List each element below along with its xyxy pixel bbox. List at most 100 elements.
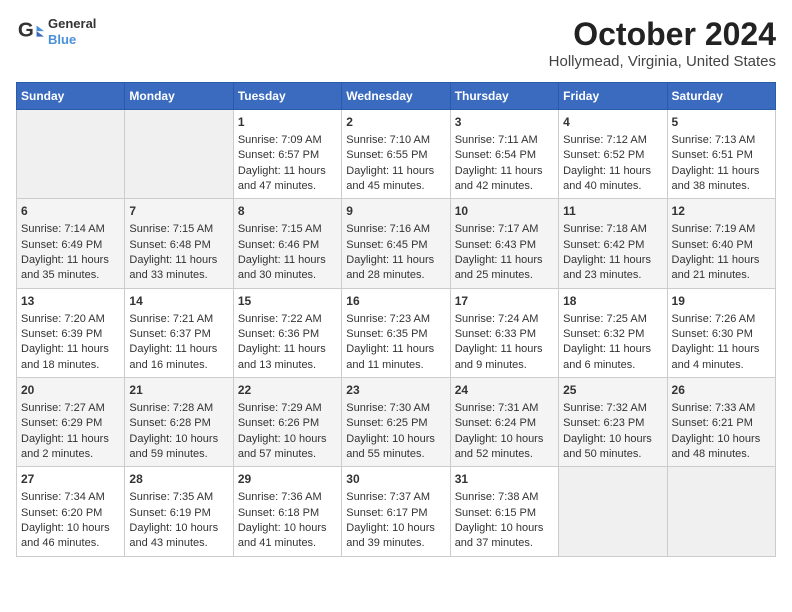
calendar-cell: 14Sunrise: 7:21 AMSunset: 6:37 PMDayligh… (125, 288, 233, 377)
sunrise-text: Sunrise: 7:10 AM (346, 133, 445, 148)
daylight-text-1: Daylight: 11 hours (346, 253, 445, 268)
calendar-cell: 19Sunrise: 7:26 AMSunset: 6:30 PMDayligh… (667, 288, 775, 377)
calendar-cell: 18Sunrise: 7:25 AMSunset: 6:32 PMDayligh… (559, 288, 667, 377)
daylight-text-1: Daylight: 11 hours (21, 253, 120, 268)
daylight-text-1: Daylight: 10 hours (238, 432, 337, 447)
sunset-text: Sunset: 6:20 PM (21, 506, 120, 521)
daylight-text-2: and 43 minutes. (129, 536, 228, 551)
daylight-text-1: Daylight: 11 hours (238, 342, 337, 357)
daylight-text-2: and 33 minutes. (129, 268, 228, 283)
sunset-text: Sunset: 6:15 PM (455, 506, 554, 521)
daylight-text-2: and 48 minutes. (672, 447, 771, 462)
sunrise-text: Sunrise: 7:36 AM (238, 490, 337, 505)
daylight-text-1: Daylight: 11 hours (563, 164, 662, 179)
daylight-text-2: and 23 minutes. (563, 268, 662, 283)
sunset-text: Sunset: 6:40 PM (672, 238, 771, 253)
weekday-sunday: Sunday (17, 83, 125, 110)
logo-line2: Blue (48, 32, 96, 48)
calendar-header: SundayMondayTuesdayWednesdayThursdayFrid… (17, 83, 776, 110)
sunset-text: Sunset: 6:35 PM (346, 327, 445, 342)
sunrise-text: Sunrise: 7:18 AM (563, 222, 662, 237)
sunset-text: Sunset: 6:28 PM (129, 416, 228, 431)
sunset-text: Sunset: 6:37 PM (129, 327, 228, 342)
calendar-cell: 1Sunrise: 7:09 AMSunset: 6:57 PMDaylight… (233, 110, 341, 199)
daylight-text-1: Daylight: 11 hours (455, 253, 554, 268)
day-number: 14 (129, 293, 228, 310)
sunset-text: Sunset: 6:29 PM (21, 416, 120, 431)
day-number: 12 (672, 203, 771, 220)
weekday-friday: Friday (559, 83, 667, 110)
calendar-cell: 8Sunrise: 7:15 AMSunset: 6:46 PMDaylight… (233, 199, 341, 288)
daylight-text-1: Daylight: 10 hours (129, 432, 228, 447)
day-number: 15 (238, 293, 337, 310)
calendar-cell (17, 110, 125, 199)
weekday-wednesday: Wednesday (342, 83, 450, 110)
calendar-cell: 25Sunrise: 7:32 AMSunset: 6:23 PMDayligh… (559, 378, 667, 467)
calendar-cell: 13Sunrise: 7:20 AMSunset: 6:39 PMDayligh… (17, 288, 125, 377)
calendar-cell: 9Sunrise: 7:16 AMSunset: 6:45 PMDaylight… (342, 199, 450, 288)
weekday-saturday: Saturday (667, 83, 775, 110)
calendar-cell: 16Sunrise: 7:23 AMSunset: 6:35 PMDayligh… (342, 288, 450, 377)
day-number: 24 (455, 382, 554, 399)
sunrise-text: Sunrise: 7:15 AM (238, 222, 337, 237)
daylight-text-1: Daylight: 10 hours (455, 432, 554, 447)
calendar-cell: 11Sunrise: 7:18 AMSunset: 6:42 PMDayligh… (559, 199, 667, 288)
sunset-text: Sunset: 6:54 PM (455, 148, 554, 163)
daylight-text-2: and 39 minutes. (346, 536, 445, 551)
calendar-cell: 4Sunrise: 7:12 AMSunset: 6:52 PMDaylight… (559, 110, 667, 199)
daylight-text-1: Daylight: 11 hours (346, 164, 445, 179)
daylight-text-1: Daylight: 10 hours (238, 521, 337, 536)
daylight-text-1: Daylight: 11 hours (238, 253, 337, 268)
day-number: 26 (672, 382, 771, 399)
weekday-thursday: Thursday (450, 83, 558, 110)
day-number: 16 (346, 293, 445, 310)
calendar-cell: 7Sunrise: 7:15 AMSunset: 6:48 PMDaylight… (125, 199, 233, 288)
calendar-cell: 15Sunrise: 7:22 AMSunset: 6:36 PMDayligh… (233, 288, 341, 377)
logo: G General Blue (16, 16, 96, 47)
day-number: 18 (563, 293, 662, 310)
sunrise-text: Sunrise: 7:29 AM (238, 401, 337, 416)
sunrise-text: Sunrise: 7:09 AM (238, 133, 337, 148)
sunrise-text: Sunrise: 7:27 AM (21, 401, 120, 416)
sunset-text: Sunset: 6:48 PM (129, 238, 228, 253)
page-title: October 2024 (549, 16, 776, 53)
daylight-text-1: Daylight: 10 hours (563, 432, 662, 447)
sunset-text: Sunset: 6:49 PM (21, 238, 120, 253)
sunset-text: Sunset: 6:33 PM (455, 327, 554, 342)
day-number: 5 (672, 114, 771, 131)
day-number: 4 (563, 114, 662, 131)
calendar-cell: 24Sunrise: 7:31 AMSunset: 6:24 PMDayligh… (450, 378, 558, 467)
sunset-text: Sunset: 6:43 PM (455, 238, 554, 253)
day-number: 17 (455, 293, 554, 310)
daylight-text-1: Daylight: 11 hours (672, 253, 771, 268)
svg-text:G: G (18, 18, 34, 41)
day-number: 29 (238, 471, 337, 488)
calendar-cell: 21Sunrise: 7:28 AMSunset: 6:28 PMDayligh… (125, 378, 233, 467)
calendar-cell: 5Sunrise: 7:13 AMSunset: 6:51 PMDaylight… (667, 110, 775, 199)
day-number: 1 (238, 114, 337, 131)
sunrise-text: Sunrise: 7:13 AM (672, 133, 771, 148)
weekday-tuesday: Tuesday (233, 83, 341, 110)
sunset-text: Sunset: 6:36 PM (238, 327, 337, 342)
calendar-cell: 12Sunrise: 7:19 AMSunset: 6:40 PMDayligh… (667, 199, 775, 288)
sunrise-text: Sunrise: 7:25 AM (563, 312, 662, 327)
sunrise-text: Sunrise: 7:26 AM (672, 312, 771, 327)
daylight-text-2: and 21 minutes. (672, 268, 771, 283)
daylight-text-1: Daylight: 10 hours (672, 432, 771, 447)
logo-icon: G (16, 18, 44, 46)
calendar-cell: 31Sunrise: 7:38 AMSunset: 6:15 PMDayligh… (450, 467, 558, 556)
sunrise-text: Sunrise: 7:12 AM (563, 133, 662, 148)
daylight-text-2: and 16 minutes. (129, 358, 228, 373)
sunset-text: Sunset: 6:19 PM (129, 506, 228, 521)
sunrise-text: Sunrise: 7:30 AM (346, 401, 445, 416)
sunrise-text: Sunrise: 7:16 AM (346, 222, 445, 237)
sunrise-text: Sunrise: 7:15 AM (129, 222, 228, 237)
daylight-text-1: Daylight: 11 hours (129, 342, 228, 357)
calendar-cell (559, 467, 667, 556)
day-number: 7 (129, 203, 228, 220)
day-number: 2 (346, 114, 445, 131)
calendar-cell: 17Sunrise: 7:24 AMSunset: 6:33 PMDayligh… (450, 288, 558, 377)
calendar-table: SundayMondayTuesdayWednesdayThursdayFrid… (16, 82, 776, 557)
day-number: 30 (346, 471, 445, 488)
calendar-cell: 22Sunrise: 7:29 AMSunset: 6:26 PMDayligh… (233, 378, 341, 467)
